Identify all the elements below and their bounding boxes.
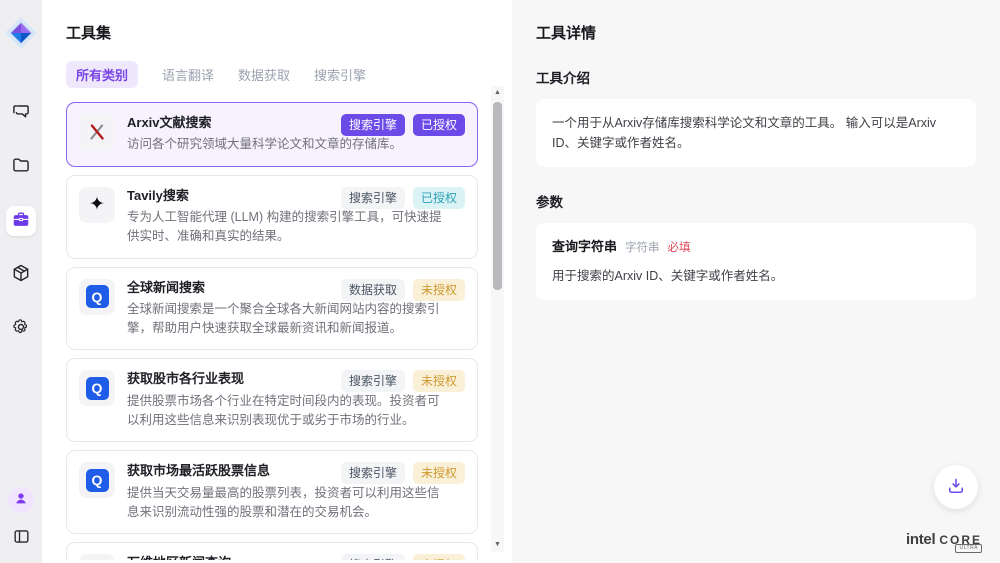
- auth-badge: 未授权: [413, 370, 465, 392]
- collapse-panel-icon: [12, 527, 31, 551]
- cube-icon: [11, 263, 31, 288]
- parameter-card: 查询字符串 字符串 必填 用于搜索的Arxiv ID、关键字或作者姓名。: [536, 223, 976, 300]
- q-blue-icon: Q: [79, 370, 115, 406]
- sidebar-item-toolbox[interactable]: [6, 206, 36, 236]
- sidebar-item-packages[interactable]: [6, 260, 36, 290]
- tool-desc: 提供股票市场各个行业在特定时间段内的表现。投资者可以利用这些信息来识别表现优于或…: [127, 392, 449, 431]
- folder-icon: [11, 155, 31, 180]
- collapse-sidebar-button[interactable]: [9, 527, 33, 551]
- q-blue-icon: Q: [79, 279, 115, 315]
- scrollbar-thumb[interactable]: [493, 102, 502, 290]
- gear-icon: [11, 317, 31, 342]
- toolbox-icon: [11, 209, 31, 234]
- tool-card-tavily[interactable]: ✦ Tavily搜索 专为人工智能代理 (LLM) 构建的搜索引擎工具，可快速提…: [66, 175, 478, 259]
- tab-language-translation[interactable]: 语言翻译: [162, 61, 214, 88]
- tab-data-acquisition[interactable]: 数据获取: [238, 61, 290, 88]
- download-button[interactable]: [934, 465, 978, 509]
- sidebar-item-settings[interactable]: [6, 314, 36, 344]
- sidebar: [0, 0, 42, 563]
- category-badge: 搜索引擎: [341, 187, 405, 209]
- download-icon: [946, 476, 966, 499]
- tool-intro-text: 一个用于从Arxiv存储库搜索科学论文和文章的工具。 输入可以是Arxiv ID…: [552, 116, 936, 150]
- arxiv-x-icon: [79, 114, 115, 150]
- scrollbar-up-arrow[interactable]: ▲: [494, 86, 501, 100]
- tab-all-categories[interactable]: 所有类别: [66, 61, 138, 88]
- tool-card-arxiv[interactable]: Arxiv文献搜索 访问各个研究领域大量科学论文和文章的存储库。 搜索引擎 已授…: [66, 102, 478, 167]
- ultra-badge: ULTRA: [955, 544, 982, 553]
- tool-card-global-news[interactable]: Q 全球新闻搜索 全球新闻搜索是一个聚合全球各大新闻网站内容的搜索引擎，帮助用户…: [66, 267, 478, 351]
- tool-card-most-active-stocks[interactable]: Q 获取市场最活跃股票信息 提供当天交易量最高的股票列表，投资者可以利用这些信息…: [66, 450, 478, 534]
- param-type: 字符串: [625, 239, 660, 257]
- intel-core-logo: intel CORE ULTRA: [906, 531, 982, 549]
- sidebar-item-files[interactable]: [6, 152, 36, 182]
- tool-detail-panel: 工具详情 工具介绍 一个用于从Arxiv存储库搜索科学论文和文章的工具。 输入可…: [512, 0, 1000, 563]
- user-avatar[interactable]: [8, 487, 34, 513]
- q-blue-icon: Q: [79, 462, 115, 498]
- sidebar-nav: [6, 98, 36, 344]
- auth-badge: 已授权: [413, 114, 465, 136]
- list-scrollbar[interactable]: ▲ ▼: [491, 86, 504, 552]
- tool-card-regional-news[interactable]: 万维地区新闻查询 查询具体行政区划内的新闻，快速了解各地新闻动 搜索引擎 未授权: [66, 542, 478, 560]
- category-badge: 搜索引擎: [341, 370, 405, 392]
- scrollbar-down-arrow[interactable]: ▼: [494, 538, 501, 552]
- category-badge: 搜索引擎: [341, 462, 405, 484]
- intro-section-title: 工具介绍: [536, 67, 976, 87]
- auth-badge: 未授权: [413, 554, 465, 560]
- tool-desc: 访问各个研究领域大量科学论文和文章的存储库。: [127, 135, 449, 154]
- detail-title: 工具详情: [536, 22, 976, 43]
- auth-badge: 未授权: [413, 279, 465, 301]
- app-window: 工具集 所有类别 语言翻译 数据获取 搜索引擎 Arxiv文献搜索 访问各个研究…: [0, 0, 1000, 563]
- tavily-star-icon: ✦: [79, 187, 115, 223]
- tool-desc: 提供当天交易量最高的股票列表，投资者可以利用这些信息来识别流动性强的股票和潜在的…: [127, 484, 449, 523]
- category-tabs: 所有类别 语言翻译 数据获取 搜索引擎: [66, 61, 512, 88]
- tool-card-sector-performance[interactable]: Q 获取股市各行业表现 提供股票市场各个行业在特定时间段内的表现。投资者可以利用…: [66, 358, 478, 442]
- user-avatar-icon: [13, 490, 29, 511]
- app-logo: [4, 16, 38, 50]
- tool-list-panel: 工具集 所有类别 语言翻译 数据获取 搜索引擎 Arxiv文献搜索 访问各个研究…: [42, 0, 512, 563]
- sidebar-bottom: [8, 487, 34, 551]
- category-badge: 搜索引擎: [341, 554, 405, 560]
- param-required-badge: 必填: [668, 239, 691, 257]
- tool-desc: 专为人工智能代理 (LLM) 构建的搜索引擎工具，可快速提供实时、准确和真实的结…: [127, 208, 449, 247]
- auth-badge: 已授权: [413, 187, 465, 209]
- param-desc: 用于搜索的Arxiv ID、关键字或作者姓名。: [552, 266, 960, 286]
- newspaper-icon: [79, 554, 115, 560]
- param-name: 查询字符串: [552, 237, 617, 258]
- tool-desc: 全球新闻搜索是一个聚合全球各大新闻网站内容的搜索引擎，帮助用户快速获取全球最新资…: [127, 300, 449, 339]
- sidebar-item-chat[interactable]: [6, 98, 36, 128]
- params-section-title: 参数: [536, 191, 976, 211]
- intel-brand-text: intel: [906, 531, 935, 548]
- tab-search-engine[interactable]: 搜索引擎: [314, 61, 366, 88]
- auth-badge: 未授权: [413, 462, 465, 484]
- page-title: 工具集: [66, 22, 512, 43]
- tool-intro-card: 一个用于从Arxiv存储库搜索科学论文和文章的工具。 输入可以是Arxiv ID…: [536, 99, 976, 167]
- category-badge: 搜索引擎: [341, 114, 405, 136]
- category-badge: 数据获取: [341, 279, 405, 301]
- tool-cards: Arxiv文献搜索 访问各个研究领域大量科学论文和文章的存储库。 搜索引擎 已授…: [66, 102, 478, 560]
- chat-icon: [11, 101, 31, 126]
